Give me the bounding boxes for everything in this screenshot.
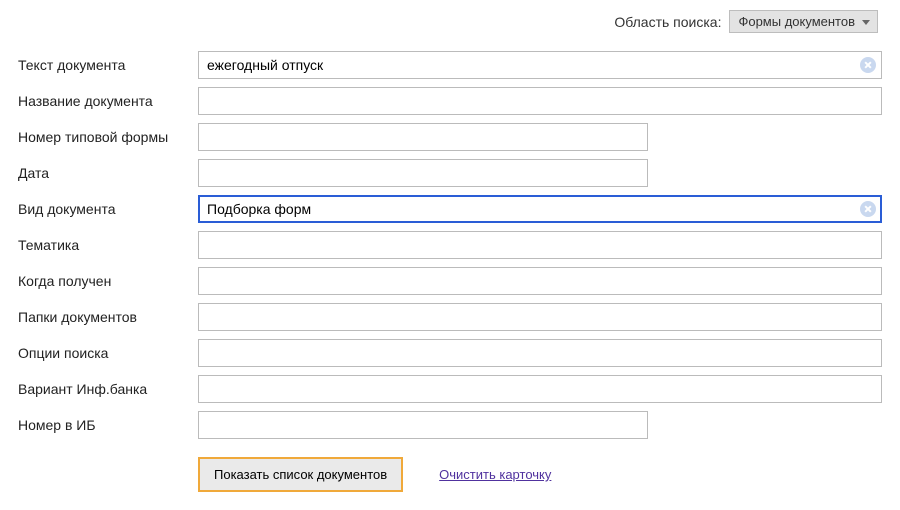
clear-card-link[interactable]: Очистить карточку bbox=[439, 467, 551, 482]
field-wrap-search-options bbox=[198, 339, 882, 367]
row-received: Когда получен bbox=[18, 267, 882, 295]
search-scope-value: Формы документов bbox=[738, 14, 855, 29]
row-form-number: Номер типовой формы bbox=[18, 123, 882, 151]
row-bank-variant: Вариант Инф.банка bbox=[18, 375, 882, 403]
row-topic: Тематика bbox=[18, 231, 882, 259]
search-scope-label: Область поиска: bbox=[614, 14, 721, 30]
field-wrap-document-text bbox=[198, 51, 882, 79]
field-wrap-ib-number bbox=[198, 411, 648, 439]
top-bar: Область поиска: Формы документов bbox=[18, 10, 882, 33]
label-form-number: Номер типовой формы bbox=[18, 129, 198, 145]
clear-icon[interactable] bbox=[860, 201, 876, 217]
field-wrap-bank-variant bbox=[198, 375, 882, 403]
label-received: Когда получен bbox=[18, 273, 198, 289]
input-received[interactable] bbox=[198, 267, 882, 295]
field-wrap-document-type bbox=[198, 195, 882, 223]
row-document-type: Вид документа bbox=[18, 195, 882, 223]
input-ib-number[interactable] bbox=[198, 411, 648, 439]
row-ib-number: Номер в ИБ bbox=[18, 411, 882, 439]
input-topic[interactable] bbox=[198, 231, 882, 259]
label-date: Дата bbox=[18, 165, 198, 181]
field-wrap-topic bbox=[198, 231, 882, 259]
row-date: Дата bbox=[18, 159, 882, 187]
input-document-name[interactable] bbox=[198, 87, 882, 115]
input-folders[interactable] bbox=[198, 303, 882, 331]
input-document-text[interactable] bbox=[198, 51, 882, 79]
input-form-number[interactable] bbox=[198, 123, 648, 151]
label-document-name: Название документа bbox=[18, 93, 198, 109]
input-document-type[interactable] bbox=[198, 195, 882, 223]
label-bank-variant: Вариант Инф.банка bbox=[18, 381, 198, 397]
label-document-text: Текст документа bbox=[18, 57, 198, 73]
label-folders: Папки документов bbox=[18, 309, 198, 325]
row-search-options: Опции поиска bbox=[18, 339, 882, 367]
field-wrap-date bbox=[198, 159, 648, 187]
row-document-text: Текст документа bbox=[18, 51, 882, 79]
label-ib-number: Номер в ИБ bbox=[18, 417, 198, 433]
show-documents-button[interactable]: Показать список документов bbox=[198, 457, 403, 492]
actions-bar: Показать список документов Очистить карт… bbox=[198, 457, 882, 492]
input-search-options[interactable] bbox=[198, 339, 882, 367]
label-document-type: Вид документа bbox=[18, 201, 198, 217]
input-bank-variant[interactable] bbox=[198, 375, 882, 403]
field-wrap-folders bbox=[198, 303, 882, 331]
label-topic: Тематика bbox=[18, 237, 198, 253]
input-date[interactable] bbox=[198, 159, 648, 187]
field-wrap-received bbox=[198, 267, 882, 295]
field-wrap-form-number bbox=[198, 123, 648, 151]
search-scope-select[interactable]: Формы документов bbox=[729, 10, 878, 33]
clear-icon[interactable] bbox=[860, 57, 876, 73]
label-search-options: Опции поиска bbox=[18, 345, 198, 361]
row-folders: Папки документов bbox=[18, 303, 882, 331]
row-document-name: Название документа bbox=[18, 87, 882, 115]
field-wrap-document-name bbox=[198, 87, 882, 115]
